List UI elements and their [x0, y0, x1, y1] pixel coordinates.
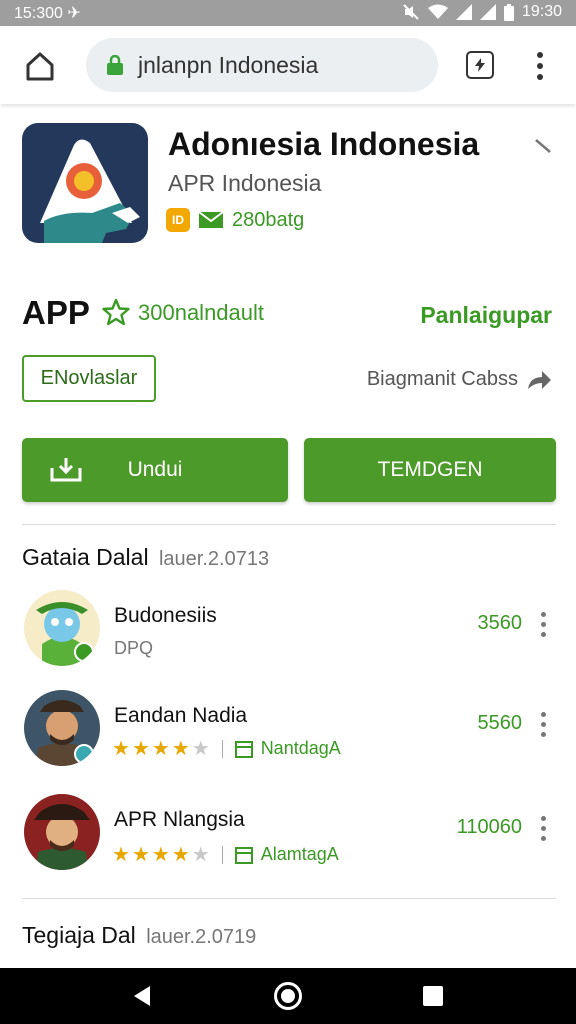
item-count: 5560 [477, 712, 523, 734]
star-empty-icon: ★ [191, 844, 210, 866]
verified-badge-icon [74, 642, 94, 662]
mail-icon [198, 211, 224, 228]
overflow-menu-button[interactable] [530, 50, 550, 82]
signal-icon [455, 4, 472, 20]
app-developer[interactable]: APR Indonesia [168, 170, 321, 197]
app-logo-icon [40, 139, 140, 243]
secondary-button-label: TEMDGEN [377, 458, 483, 481]
divider [22, 524, 556, 525]
wifi-icon [427, 4, 448, 19]
mute-icon [403, 4, 419, 20]
tab-switcher-button[interactable] [466, 51, 494, 79]
install-button[interactable]: Undui [22, 438, 288, 502]
url-text: jnlanpn Indonesia [138, 51, 319, 78]
plane-icon: ✈ [67, 5, 81, 22]
star-icon: ★ [171, 844, 190, 866]
recent-apps-icon[interactable] [423, 986, 443, 1006]
item-name: Eandan Nadia [114, 704, 248, 727]
star-icon: ★ [131, 738, 150, 760]
list-item[interactable]: Eandan Nadia ★ ★ ★ ★ ★ NantdagA 5560 [0, 690, 576, 770]
star-outline-icon [102, 298, 130, 326]
star-icon: ★ [131, 844, 150, 866]
status-right: 19:30 [402, 3, 562, 21]
avatar [24, 590, 100, 666]
navigation-bar [0, 968, 576, 1024]
share-link[interactable]: Biagmanit Cabss [367, 368, 552, 391]
avatar [24, 794, 100, 870]
item-more-icon[interactable] [536, 612, 552, 638]
outline-button[interactable]: ENovlaslar [22, 355, 156, 402]
publisher-link[interactable]: Panlaigupar [420, 302, 552, 329]
section-heading-1: Gataia Dalal lauer.2.0713 [22, 544, 269, 571]
app-meta: ID 280batg [166, 208, 304, 232]
item-name: Budonesiis [114, 604, 217, 627]
content-rating-badge: ID [166, 208, 190, 232]
character-icon [34, 804, 90, 870]
star-icon: ★ [112, 738, 130, 760]
install-button-label: Undui [127, 458, 183, 481]
star-empty-icon: ★ [191, 738, 210, 760]
menu-dot [537, 52, 543, 58]
list-item[interactable]: Budonesiis DPQ 3560 [0, 590, 576, 670]
section-subtitle: lauer.2.0713 [158, 548, 270, 570]
divider [22, 898, 556, 899]
item-category: NantdagA [260, 738, 341, 758]
separator [221, 845, 223, 864]
item-count: 3560 [477, 612, 523, 634]
section-title: Gataia Dalal [22, 544, 149, 570]
item-more-icon[interactable] [536, 816, 552, 842]
home-icon[interactable] [22, 48, 58, 84]
menu-dot [537, 63, 543, 69]
status-left-text: 15:300 [14, 5, 63, 22]
back-icon[interactable] [130, 984, 154, 1008]
item-rating: ★ ★ ★ ★ ★ NantdagA [112, 736, 341, 761]
star-icon: ★ [171, 738, 190, 760]
rating-count: 300nalndault [138, 300, 265, 325]
item-more-icon[interactable] [536, 712, 552, 738]
separator [221, 739, 223, 758]
calendar-icon [234, 740, 253, 758]
home-circle-icon[interactable] [274, 982, 302, 1010]
collapse-icon[interactable] [532, 136, 554, 158]
section-heading-2: Tegiaja Dal lauer.2.0719 [22, 922, 256, 949]
battery-icon [503, 3, 514, 21]
list-item[interactable]: APR Nlangsia ★ ★ ★ ★ ★ AlamtagA 110060 [0, 794, 576, 874]
address-bar[interactable]: jnlanpn Indonesia [86, 38, 438, 92]
star-icon: ★ [151, 844, 170, 866]
item-count: 110060 [456, 816, 522, 838]
status-badge-icon [74, 744, 94, 764]
download-icon [50, 458, 82, 482]
share-link-text: Biagmanit Cabss [366, 368, 518, 390]
status-left: 15:300 ✈ [14, 3, 81, 23]
share-arrow-icon [528, 370, 551, 389]
star-icon: ★ [112, 844, 130, 866]
signal-icon-2 [479, 4, 496, 20]
bolt-icon [475, 58, 485, 72]
app-label: APP [22, 294, 90, 331]
app-meta-text: 280batg [232, 208, 305, 231]
status-bar: 15:300 ✈ 19:30 [0, 0, 576, 26]
browser-toolbar: jnlanpn Indonesia [0, 26, 576, 104]
status-time: 19:30 [521, 3, 562, 20]
section-subtitle: lauer.2.0719 [146, 926, 257, 948]
lock-icon [107, 55, 123, 75]
menu-dot [537, 74, 543, 80]
app-title: Adonıesia Indonesia [168, 126, 480, 162]
secondary-button[interactable]: TEMDGEN [304, 438, 556, 502]
item-category: AlamtagA [260, 844, 339, 864]
app-icon [22, 123, 148, 243]
calendar-icon [234, 846, 253, 864]
star-icon: ★ [151, 738, 170, 760]
section-title: Tegiaja Dal [22, 922, 136, 948]
item-subtitle: DPQ [114, 638, 154, 658]
item-name: APR Nlangsia [114, 808, 245, 831]
item-rating: ★ ★ ★ ★ ★ AlamtagA [112, 842, 339, 867]
avatar [24, 690, 100, 766]
